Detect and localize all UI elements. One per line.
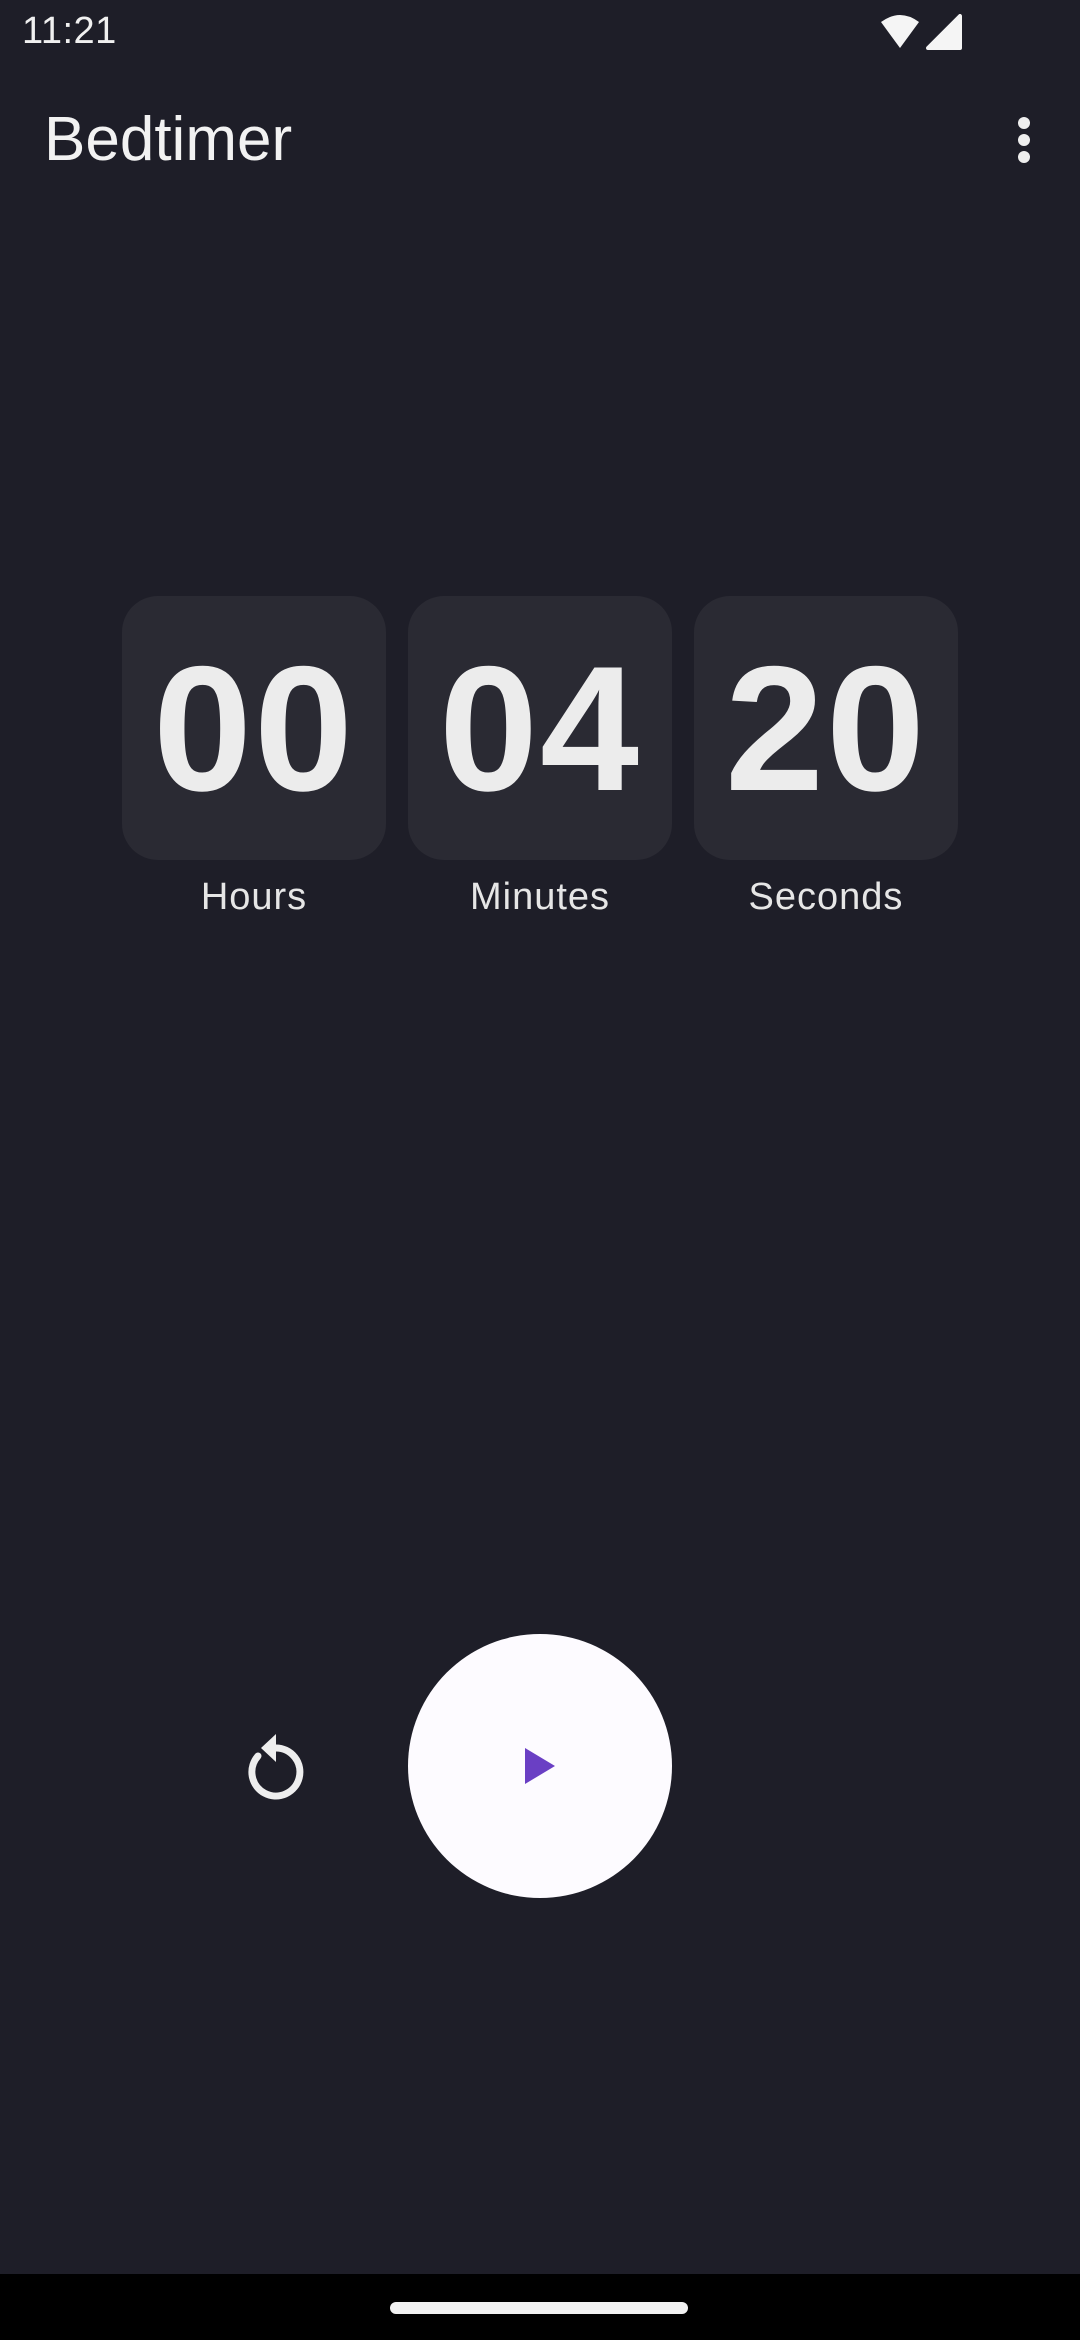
hours-label: Hours [200, 876, 308, 918]
play-icon [525, 1748, 555, 1784]
play-button[interactable] [408, 1634, 672, 1898]
seconds-label: Seconds [748, 876, 904, 918]
timer-display: 00 Hours 04 Minutes 20 Seconds [122, 596, 958, 936]
reset-icon [248, 1734, 304, 1800]
minutes-value[interactable]: 04 [408, 596, 672, 860]
minutes-unit: 04 Minutes [408, 596, 672, 919]
status-icons [880, 14, 962, 50]
wifi-icon [881, 15, 919, 48]
app-title: Bedtimer [44, 105, 293, 174]
signal-icon [926, 14, 962, 50]
navigation-bar [0, 2274, 1080, 2340]
home-gesture-handle[interactable] [390, 2302, 688, 2314]
minutes-label: Minutes [469, 876, 611, 918]
reset-button[interactable] [226, 1716, 326, 1816]
hours-value[interactable]: 00 [122, 596, 386, 860]
more-vert-icon [1018, 117, 1030, 163]
status-time: 11:21 [22, 10, 117, 52]
status-bar: 11:21 [0, 0, 1080, 66]
app-bar: Bedtimer [0, 66, 1080, 216]
overflow-menu-button[interactable] [982, 98, 1066, 182]
seconds-value[interactable]: 20 [694, 596, 958, 860]
hours-unit: 00 Hours [122, 596, 386, 919]
seconds-unit: 20 Seconds [694, 596, 958, 919]
